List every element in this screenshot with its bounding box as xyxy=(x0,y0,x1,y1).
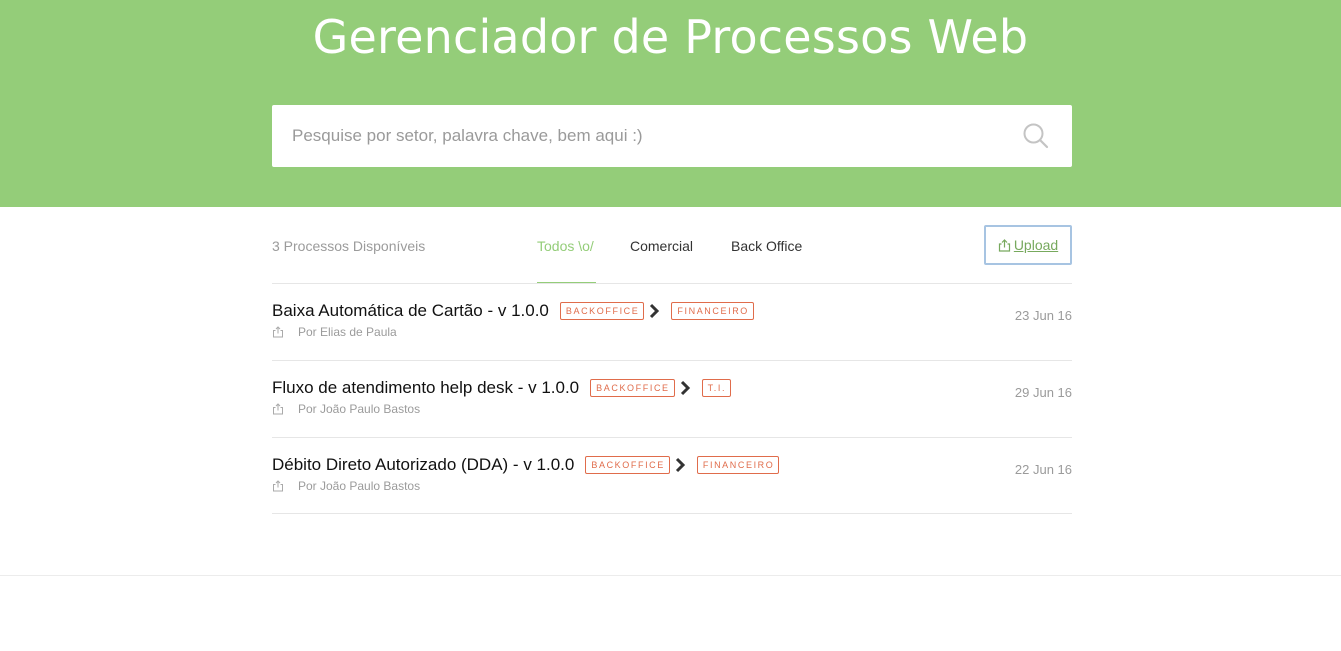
process-title[interactable]: Fluxo de atendimento help desk - v 1.0.0 xyxy=(272,378,579,398)
tab-comercial[interactable]: Comercial xyxy=(630,238,693,254)
process-title[interactable]: Débito Direto Autorizado (DDA) - v 1.0.0 xyxy=(272,455,574,475)
process-meta: Por João Paulo Bastos xyxy=(272,479,420,493)
tag-badge[interactable]: FINANCEIRO xyxy=(696,456,780,474)
process-title-line: Fluxo de atendimento help desk - v 1.0.0… xyxy=(272,378,732,398)
list-item[interactable]: Baixa Automática de Cartão - v 1.0.0 BAC… xyxy=(272,283,1072,360)
search-input[interactable] xyxy=(272,105,1012,167)
upload-button[interactable]: Upload xyxy=(984,225,1072,265)
process-date: 29 Jun 16 xyxy=(1014,385,1072,400)
chevron-right-icon xyxy=(649,303,660,319)
chevron-right-icon xyxy=(675,457,686,473)
process-title[interactable]: Baixa Automática de Cartão - v 1.0.0 xyxy=(272,301,549,321)
chevron-right-icon xyxy=(680,380,691,396)
process-title-line: Baixa Automática de Cartão - v 1.0.0 BAC… xyxy=(272,301,754,321)
share-icon xyxy=(998,238,1011,252)
process-title-line: Débito Direto Autorizado (DDA) - v 1.0.0… xyxy=(272,455,780,475)
process-author: Por Elias de Paula xyxy=(298,325,397,339)
list-item[interactable]: Fluxo de atendimento help desk - v 1.0.0… xyxy=(272,360,1072,437)
search-icon[interactable] xyxy=(1022,122,1050,150)
process-date: 23 Jun 16 xyxy=(1014,308,1072,323)
process-meta: Por João Paulo Bastos xyxy=(272,402,420,416)
tag-badge[interactable]: BACKOFFICE xyxy=(590,379,675,397)
header-banner: Gerenciador de Processos Web xyxy=(0,0,1341,207)
tab-all[interactable]: Todos \o/ xyxy=(537,238,594,254)
tag-badge[interactable]: T.I. xyxy=(701,379,732,397)
process-toolbar: 3 Processos Disponíveis Todos \o/ Comerc… xyxy=(272,225,1072,284)
share-icon[interactable] xyxy=(272,403,284,415)
page-title: Gerenciador de Processos Web xyxy=(312,10,1029,64)
process-meta: Por Elias de Paula xyxy=(272,325,397,339)
share-icon[interactable] xyxy=(272,326,284,338)
search-box xyxy=(272,105,1072,167)
tag-badge[interactable]: BACKOFFICE xyxy=(585,456,670,474)
footer-divider xyxy=(0,575,1341,576)
tag-badge[interactable]: BACKOFFICE xyxy=(559,302,645,320)
process-date: 22 Jun 16 xyxy=(1014,462,1072,477)
process-author: Por João Paulo Bastos xyxy=(298,479,421,493)
upload-label: Upload xyxy=(1013,237,1059,253)
list-item[interactable]: Débito Direto Autorizado (DDA) - v 1.0.0… xyxy=(272,437,1072,514)
tab-back-office[interactable]: Back Office xyxy=(731,238,802,254)
process-count: 3 Processos Disponíveis xyxy=(272,238,426,254)
process-author: Por João Paulo Bastos xyxy=(298,402,421,416)
tag-badge[interactable]: FINANCEIRO xyxy=(671,302,754,320)
process-list: Baixa Automática de Cartão - v 1.0.0 BAC… xyxy=(272,283,1072,514)
share-icon[interactable] xyxy=(272,480,284,492)
